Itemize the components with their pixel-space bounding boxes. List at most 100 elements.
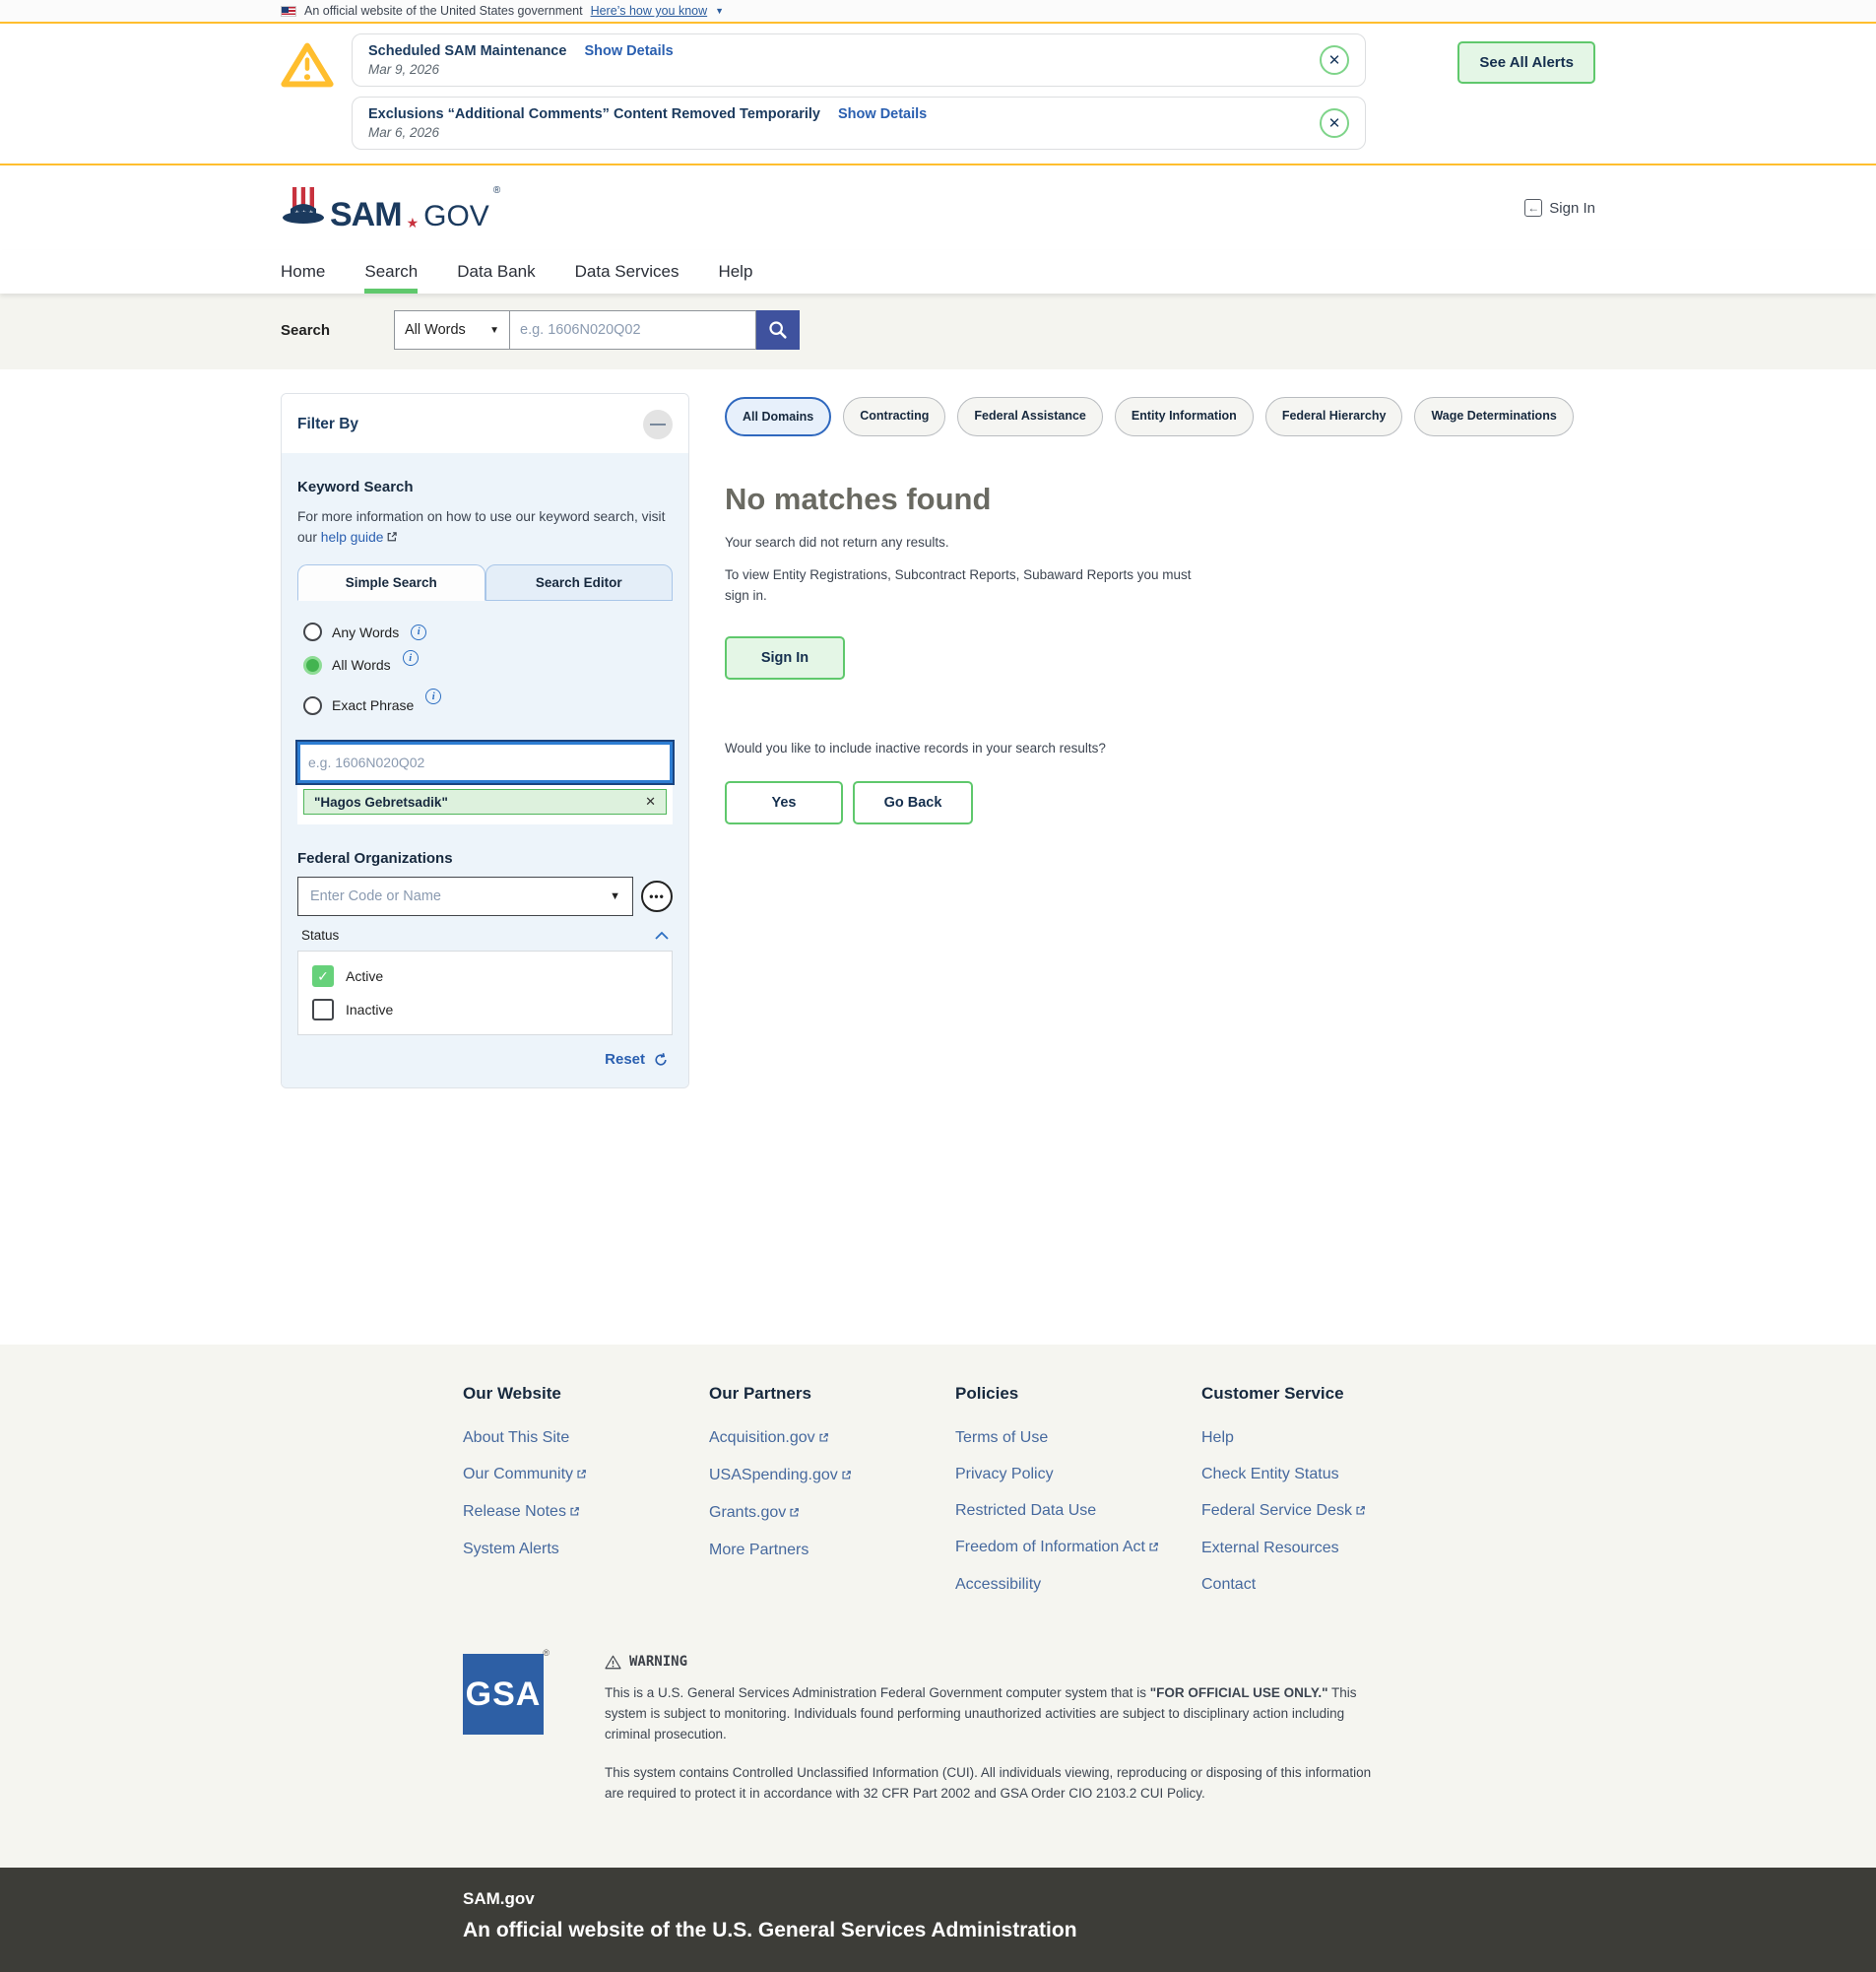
any-words-radio[interactable] xyxy=(303,623,322,641)
search-icon xyxy=(767,319,789,341)
nav-item-data-bank[interactable]: Data Bank xyxy=(457,250,535,294)
reset-label: Reset xyxy=(605,1051,645,1068)
info-icon[interactable]: i xyxy=(425,689,441,704)
gsa-registered-mark: ® xyxy=(543,1648,550,1658)
sign-in-button[interactable]: Sign In xyxy=(725,636,845,680)
header-sign-in-link[interactable]: ← Sign In xyxy=(1524,199,1595,217)
footer-link-accessibility[interactable]: Accessibility xyxy=(955,1576,1201,1594)
alert-date: Mar 9, 2026 xyxy=(368,62,674,77)
search-submit-button[interactable] xyxy=(756,310,800,350)
content-area: Filter By — Keyword Search For more info… xyxy=(0,369,1876,1345)
footer-link-our-community[interactable]: Our Community xyxy=(463,1466,709,1484)
footer-link-federal-service-desk[interactable]: Federal Service Desk xyxy=(1201,1502,1448,1521)
show-details-link[interactable]: Show Details xyxy=(838,106,927,122)
more-options-icon[interactable]: ••• xyxy=(641,881,673,912)
footer-heading-policies: Policies xyxy=(955,1384,1201,1404)
site-footer: Our Website About This Site Our Communit… xyxy=(0,1345,1876,1868)
yes-button[interactable]: Yes xyxy=(725,781,843,824)
nav-item-home[interactable]: Home xyxy=(281,250,325,294)
footer-heading-our-partners: Our Partners xyxy=(709,1384,955,1404)
external-link-icon xyxy=(818,1430,829,1448)
remove-chip-icon[interactable]: ✕ xyxy=(645,794,656,810)
nav-item-search[interactable]: Search xyxy=(364,250,418,294)
domain-pill-federal-hierarchy[interactable]: Federal Hierarchy xyxy=(1265,397,1403,436)
footer-link-acquisition-gov[interactable]: Acquisition.gov xyxy=(709,1429,955,1448)
close-icon[interactable]: ✕ xyxy=(1320,108,1349,138)
search-bar-section: Search All Words ▼ xyxy=(0,294,1876,369)
chevron-down-icon: ▼ xyxy=(610,890,620,902)
main-nav: Home Search Data Bank Data Services Help xyxy=(0,250,1876,294)
exact-phrase-radio[interactable] xyxy=(303,696,322,715)
alert-title: Exclusions “Additional Comments” Content… xyxy=(368,106,820,122)
active-label: Active xyxy=(346,968,383,984)
show-details-link[interactable]: Show Details xyxy=(584,43,673,59)
footer-link-terms-of-use[interactable]: Terms of Use xyxy=(955,1429,1201,1447)
footer-link-external-resources[interactable]: External Resources xyxy=(1201,1540,1448,1557)
all-words-label: All Words xyxy=(332,657,391,673)
top-search-input[interactable] xyxy=(510,310,756,350)
any-words-label: Any Words xyxy=(332,624,399,640)
close-icon[interactable]: ✕ xyxy=(1320,45,1349,75)
domain-pill-entity-information[interactable]: Entity Information xyxy=(1115,397,1254,436)
tab-search-editor[interactable]: Search Editor xyxy=(485,564,674,601)
footer-link-grants-gov[interactable]: Grants.gov xyxy=(709,1504,955,1523)
inactive-label: Inactive xyxy=(346,1002,393,1018)
how-you-know-link[interactable]: Here’s how you know xyxy=(591,4,708,18)
tab-simple-search[interactable]: Simple Search xyxy=(297,564,485,601)
footer-link-help[interactable]: Help xyxy=(1201,1429,1448,1447)
collapse-filters-button[interactable]: — xyxy=(643,410,673,439)
warning-outline-icon xyxy=(605,1655,621,1670)
alert-card: Exclusions “Additional Comments” Content… xyxy=(352,97,1366,150)
external-link-icon xyxy=(1148,1540,1159,1557)
see-all-alerts-button[interactable]: See All Alerts xyxy=(1457,41,1595,84)
warning-paragraph-2: This system contains Controlled Unclassi… xyxy=(605,1763,1383,1805)
search-label: Search xyxy=(281,322,394,339)
footer-link-release-notes[interactable]: Release Notes xyxy=(463,1503,709,1522)
go-back-button[interactable]: Go Back xyxy=(853,781,973,824)
keyword-chip: "Hagos Gebretsadik" ✕ xyxy=(303,789,667,815)
footer-link-restricted-data-use[interactable]: Restricted Data Use xyxy=(955,1502,1201,1520)
info-icon[interactable]: i xyxy=(411,624,426,640)
domain-pill-federal-assistance[interactable]: Federal Assistance xyxy=(957,397,1102,436)
sign-in-label: Sign In xyxy=(1549,200,1595,217)
footer-link-system-alerts[interactable]: System Alerts xyxy=(463,1541,709,1558)
sign-in-icon: ← xyxy=(1524,199,1542,217)
sam-gov-logo[interactable]: ★ ★ ★ SAM ★ GOV ® xyxy=(281,185,500,231)
warning-title: WARNING xyxy=(629,1654,687,1670)
warning-paragraph-1: This is a U.S. General Services Administ… xyxy=(605,1683,1383,1745)
alert-card: Scheduled SAM Maintenance Show Details M… xyxy=(352,33,1366,87)
all-words-radio[interactable] xyxy=(303,656,322,675)
footer-link-privacy-policy[interactable]: Privacy Policy xyxy=(955,1466,1201,1483)
keyword-search-heading: Keyword Search xyxy=(297,479,673,495)
footer-link-foia[interactable]: Freedom of Information Act xyxy=(955,1539,1201,1557)
chevron-up-icon[interactable] xyxy=(655,928,669,943)
external-link-icon xyxy=(789,1505,800,1523)
site-header: ★ ★ ★ SAM ★ GOV ® ← Sign In xyxy=(0,165,1876,250)
footer-link-more-partners[interactable]: More Partners xyxy=(709,1542,955,1559)
domain-pill-wage-determinations[interactable]: Wage Determinations xyxy=(1414,397,1573,436)
nav-item-help[interactable]: Help xyxy=(718,250,752,294)
nav-item-data-services[interactable]: Data Services xyxy=(575,250,679,294)
no-results-message: Your search did not return any results. xyxy=(725,535,1595,550)
domain-pill-contracting[interactable]: Contracting xyxy=(843,397,945,436)
footer-link-about-this-site[interactable]: About This Site xyxy=(463,1429,709,1447)
footer-link-usaspending-gov[interactable]: USASpending.gov xyxy=(709,1467,955,1485)
status-label: Status xyxy=(301,928,339,943)
active-checkbox[interactable]: ✓ xyxy=(312,965,334,987)
reset-filters-button[interactable]: Reset xyxy=(297,1035,673,1074)
info-icon[interactable]: i xyxy=(403,650,419,666)
dark-footer: SAM.gov An official website of the U.S. … xyxy=(0,1868,1876,1972)
filter-panel: Filter By — Keyword Search For more info… xyxy=(281,393,689,1088)
keyword-search-input[interactable] xyxy=(297,742,673,783)
domain-pill-all-domains[interactable]: All Domains xyxy=(725,397,831,436)
exact-phrase-label: Exact Phrase xyxy=(332,697,414,713)
logo-text-sam: SAM xyxy=(330,198,402,231)
include-inactive-question: Would you like to include inactive recor… xyxy=(725,741,1595,756)
search-mode-select[interactable]: All Words ▼ xyxy=(394,310,510,350)
federal-org-select[interactable]: Enter Code or Name ▼ xyxy=(297,877,633,916)
footer-link-check-entity-status[interactable]: Check Entity Status xyxy=(1201,1466,1448,1483)
inactive-checkbox[interactable] xyxy=(312,999,334,1020)
footer-link-contact[interactable]: Contact xyxy=(1201,1576,1448,1594)
chevron-down-icon: ▼ xyxy=(715,6,724,16)
help-guide-link[interactable]: help guide xyxy=(321,530,384,545)
